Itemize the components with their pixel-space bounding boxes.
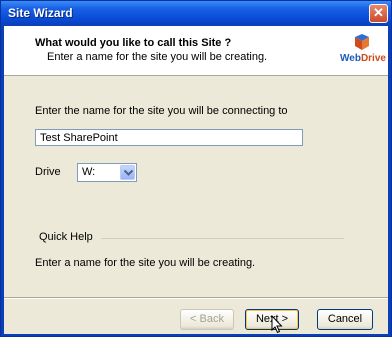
site-name-input[interactable] [35, 129, 303, 146]
title-bar[interactable]: Site Wizard ✕ [1, 1, 391, 26]
drive-select[interactable]: W: [77, 163, 137, 182]
webdrive-logo: WebDrive [340, 33, 386, 73]
back-button[interactable]: < Back [180, 309, 234, 330]
cancel-button[interactable]: Cancel [317, 309, 373, 330]
webdrive-logo-icon [355, 34, 369, 50]
quick-help-text: Enter a name for the site you will be cr… [35, 257, 256, 269]
window-title: Site Wizard [8, 6, 73, 20]
footer-divider [4, 297, 388, 299]
dropdown-button[interactable] [120, 165, 135, 180]
close-icon: ✕ [373, 5, 384, 20]
logo-text-web: Web [340, 53, 361, 64]
close-button[interactable]: ✕ [369, 4, 388, 23]
site-name-label: Enter the name for the site you will be … [35, 105, 288, 117]
page-subtitle: Enter a name for the site you will be cr… [47, 51, 268, 63]
page-title: What would you like to call this Site ? [35, 37, 232, 49]
logo-text-drive: Drive [360, 53, 386, 64]
chevron-down-icon [124, 170, 133, 176]
dialog-client-area: What would you like to call this Site ? … [4, 26, 388, 334]
mouse-cursor-icon [271, 315, 283, 334]
site-wizard-window: Site Wizard ✕ What would you like to cal… [0, 0, 392, 337]
logo-wordmark: WebDrive [340, 53, 386, 64]
quick-help-title: Quick Help [39, 231, 93, 243]
drive-selected-value: W: [82, 166, 96, 178]
drive-label: Drive [35, 166, 61, 178]
quick-help-divider [101, 238, 344, 239]
wizard-header: What would you like to call this Site ? … [4, 26, 388, 76]
